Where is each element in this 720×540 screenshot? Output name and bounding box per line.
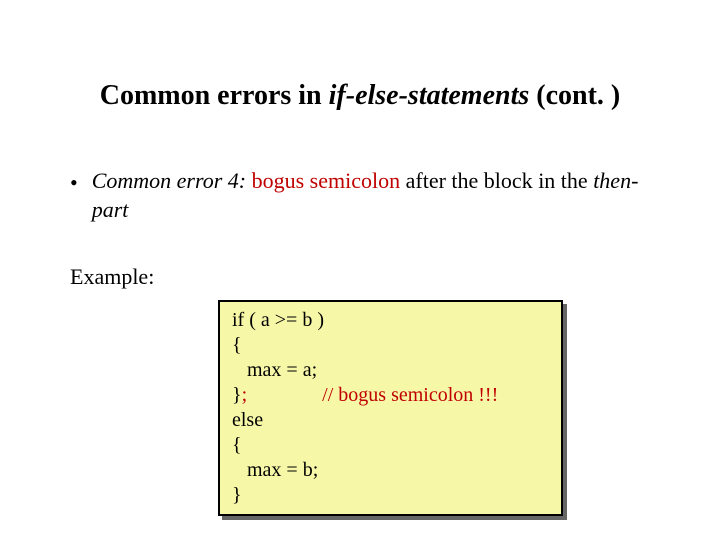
- slide: Common errors in if-else-statements (con…: [0, 0, 720, 540]
- example-label: Example:: [70, 264, 660, 290]
- code-l4-brace: }: [232, 384, 242, 406]
- slide-title: Common errors in if-else-statements (con…: [60, 80, 660, 112]
- bullet-dot: •: [70, 169, 78, 198]
- title-italic: if-else-statements: [329, 80, 530, 111]
- bullet-mid: in the: [533, 168, 594, 193]
- code-line-6: {: [232, 433, 549, 458]
- bullet-item: • Common error 4: bogus semicolon after …: [70, 167, 660, 224]
- bullet-lead-in: Common error 4:: [92, 168, 246, 193]
- bullet-red-text: bogus semicolon: [252, 168, 401, 193]
- code-line-4: }; // bogus semicolon !!!: [232, 383, 549, 408]
- bullet-space2: after the: [400, 168, 484, 193]
- bullet-text: Common error 4: bogus semicolon after th…: [92, 167, 660, 224]
- title-pre: Common errors in: [100, 80, 329, 111]
- code-l4-comment: // bogus semicolon !!!: [322, 384, 498, 406]
- code-line-1: if ( a >= b ): [232, 308, 549, 333]
- code-line-8: }: [232, 483, 549, 508]
- bullet-block-word: block: [484, 168, 533, 193]
- code-box: if ( a >= b ) { max = a; }; // bogus sem…: [218, 300, 563, 516]
- code-line-3: max = a;: [232, 358, 549, 383]
- code-line-5: else: [232, 408, 549, 433]
- code-line-7: max = b;: [232, 458, 549, 483]
- code-line-2: {: [232, 333, 549, 358]
- code-l4-gap: [247, 384, 322, 406]
- title-post: (cont. ): [529, 80, 620, 111]
